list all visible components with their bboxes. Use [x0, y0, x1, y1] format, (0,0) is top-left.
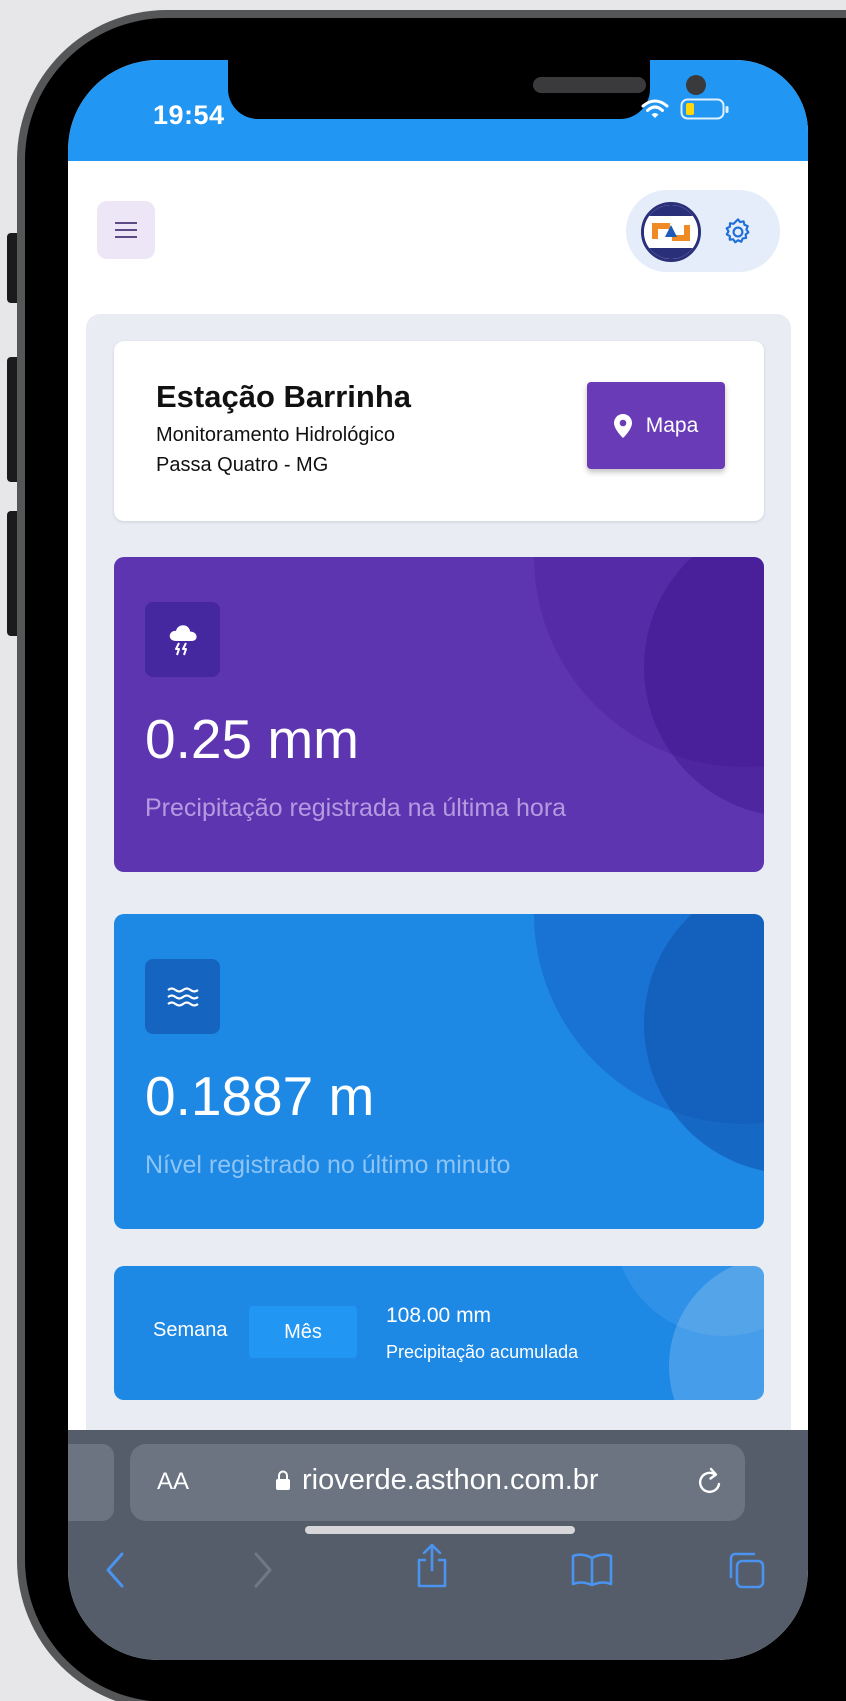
accumulated-value: 108.00 mm	[386, 1304, 492, 1327]
water-level-label: Nível registrado no último minuto	[145, 1151, 511, 1179]
speaker	[533, 77, 646, 93]
reload-icon[interactable]	[695, 1466, 725, 1498]
url-text[interactable]: rioverde.asthon.com.br	[302, 1464, 599, 1497]
station-location: Passa Quatro - MG	[156, 454, 329, 476]
map-button-label: Mapa	[645, 413, 699, 437]
text-size-button[interactable]: AA	[157, 1468, 189, 1496]
water-level-value: 0.1887 m	[145, 1065, 375, 1127]
forward-icon[interactable]	[251, 1550, 275, 1590]
share-icon[interactable]	[414, 1542, 450, 1588]
wifi-icon	[641, 99, 669, 118]
lock-icon	[276, 1470, 290, 1490]
accumulated-label: Precipitação acumulada	[386, 1342, 579, 1362]
status-time: 19:54	[153, 100, 225, 130]
accumulated-precipitation-card: Semana Mês 108.00 mm Precipitação acumul…	[114, 1266, 764, 1400]
precipitation-value: 0.25 mm	[145, 708, 359, 770]
tab-week[interactable]: Semana	[153, 1319, 228, 1342]
tabs-icon[interactable]	[726, 1550, 768, 1590]
bookmarks-icon[interactable]	[570, 1552, 614, 1588]
menu-button[interactable]	[97, 201, 155, 259]
map-pin-icon	[613, 413, 632, 438]
thunderstorm-icon	[169, 624, 197, 655]
card-decoration	[614, 1266, 764, 1336]
precipitation-icon-box	[145, 602, 220, 677]
water-level-icon-box	[145, 959, 220, 1034]
notch	[228, 60, 706, 119]
camera	[686, 75, 706, 95]
home-indicator[interactable]	[305, 1526, 575, 1534]
gear-icon[interactable]	[722, 216, 754, 248]
previous-tab-preview[interactable]	[68, 1444, 114, 1521]
precipitation-card: 0.25 mm Precipitação registrada na últim…	[114, 557, 764, 872]
browser-nav-row	[68, 1543, 808, 1610]
tab-month[interactable]: Mês	[249, 1306, 357, 1358]
precipitation-label: Precipitação registrada na última hora	[145, 794, 567, 822]
station-subtitle: Monitoramento Hidrológico	[156, 424, 396, 446]
phone-screen: 19:54 Estação Barrinha Monitoramento Hid…	[68, 60, 808, 1660]
address-bar[interactable]: AA rioverde.asthon.com.br	[130, 1444, 745, 1521]
station-name: Estação Barrinha	[156, 379, 411, 414]
status-bar: 19:54	[68, 60, 808, 161]
map-button[interactable]: Mapa	[587, 382, 725, 469]
station-card: Estação Barrinha Monitoramento Hidrológi…	[114, 341, 764, 521]
waves-icon	[166, 986, 199, 1007]
card-decoration	[644, 557, 764, 817]
battery-icon	[680, 98, 729, 120]
logo-emblem-icon	[644, 205, 698, 259]
water-level-card: 0.1887 m Nível registrado no último minu…	[114, 914, 764, 1229]
back-icon[interactable]	[103, 1550, 127, 1590]
defesa-civil-logo[interactable]	[641, 202, 701, 262]
browser-toolbar: AA rioverde.asthon.com.br	[68, 1430, 808, 1660]
card-decoration	[644, 914, 764, 1174]
hamburger-icon	[115, 222, 137, 238]
